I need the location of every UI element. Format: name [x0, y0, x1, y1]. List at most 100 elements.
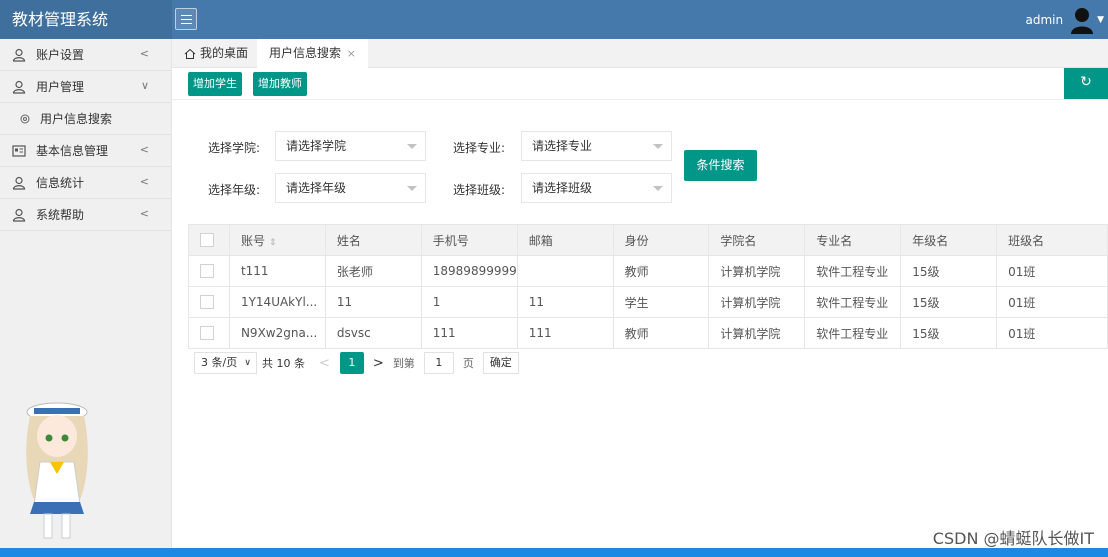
- refresh-button[interactable]: ↻: [1064, 68, 1108, 99]
- table-cell: 01班: [996, 255, 1108, 287]
- mascot-image: [26, 402, 88, 539]
- add-teacher-button[interactable]: 增加教师: [253, 72, 307, 96]
- home-icon: [184, 48, 196, 59]
- column-header: 班级名: [996, 224, 1108, 256]
- table-cell: 11: [324, 286, 422, 318]
- row-checkbox[interactable]: [200, 326, 214, 341]
- sidebar-item-basic-info[interactable]: 基本信息管理 <: [0, 135, 171, 167]
- app-title: 教材管理系统: [0, 0, 172, 39]
- college-label: 选择学院:: [208, 141, 261, 155]
- select-all-checkbox[interactable]: [200, 233, 214, 248]
- table-row[interactable]: t111 张老师 18989899999 教师 计算机学院 软件工程专业 15级…: [188, 255, 1108, 287]
- dropdown-arrow-icon: [653, 144, 663, 149]
- table-cell: 15级: [900, 317, 998, 349]
- column-header: 年级名: [900, 224, 998, 256]
- sidebar-item-label: 用户管理: [36, 80, 85, 94]
- watermark: CSDN @蜻蜓队长做IT: [932, 529, 1094, 548]
- user-table: 账号 ⇕ 姓名 手机号 邮箱 身份 学院名 专业名 年级名 班级名 t111 张老…: [188, 224, 1108, 349]
- pagination: 3 条/页 ∨ 共 10 条 < 1 > 到第 1 页 确定: [194, 352, 519, 374]
- sidebar-item-user-search[interactable]: 用户信息搜索: [0, 103, 171, 135]
- sidebar-item-account-settings[interactable]: 账户设置 <: [0, 39, 171, 71]
- table-row[interactable]: N9Xw2gna... dsvsc 111 111 教师 计算机学院 软件工程专…: [188, 317, 1108, 349]
- username: admin: [1025, 12, 1064, 27]
- table-cell: 1Y14UAkYl...: [228, 286, 326, 318]
- tab-label: 用户信息搜索: [269, 46, 342, 60]
- row-checkbox[interactable]: [200, 264, 214, 279]
- table-cell: 计算机学院: [708, 286, 806, 318]
- dropdown-arrow-icon: [653, 186, 663, 191]
- tab-home[interactable]: 我的桌面: [172, 39, 257, 68]
- page-size-select[interactable]: 3 条/页 ∨: [194, 352, 257, 374]
- table-header-row: 账号 ⇕ 姓名 手机号 邮箱 身份 学院名 专业名 年级名 班级名: [188, 224, 1108, 256]
- table-cell: 教师: [612, 255, 710, 287]
- chevron-left-icon: <: [139, 47, 149, 60]
- major-select[interactable]: 请选择专业: [521, 131, 672, 161]
- column-header: 身份: [612, 224, 710, 256]
- college-select[interactable]: 请选择学院: [275, 131, 426, 161]
- select-all-cell: [188, 224, 230, 256]
- goto-page-input[interactable]: 1: [423, 352, 454, 374]
- column-header-label: 账号: [240, 233, 265, 248]
- confirm-page-button[interactable]: 确定: [482, 352, 519, 374]
- table-cell: 软件工程专业: [804, 286, 902, 318]
- column-header: 专业名: [804, 224, 902, 256]
- table-cell: [516, 255, 614, 287]
- row-select-cell: [188, 255, 230, 287]
- avatar-icon: [1071, 7, 1094, 34]
- sort-icon[interactable]: ⇕: [269, 238, 277, 248]
- chevron-down-icon: ▼: [1097, 14, 1104, 25]
- current-page-button[interactable]: 1: [339, 352, 364, 374]
- column-header: 姓名: [324, 224, 422, 256]
- table-row[interactable]: 1Y14UAkYl... 11 1 11 学生 计算机学院 软件工程专业 15级…: [188, 286, 1108, 318]
- sidebar-item-statistics[interactable]: 信息统计 <: [0, 167, 171, 199]
- sidebar-item-help[interactable]: 系统帮助 <: [0, 199, 171, 231]
- tab-bar: 我的桌面 用户信息搜索 ×: [172, 39, 1108, 68]
- table-cell: 软件工程专业: [804, 317, 902, 349]
- prev-page-button[interactable]: <: [319, 356, 330, 371]
- sidebar-item-label: 账户设置: [36, 48, 85, 62]
- grade-select[interactable]: 请选择年级: [275, 173, 426, 203]
- user-menu[interactable]: admin ▼: [1025, 0, 1104, 39]
- table-cell: 软件工程专业: [804, 255, 902, 287]
- chevron-left-icon: <: [139, 175, 149, 188]
- user-icon: [12, 176, 26, 190]
- class-label: 选择班级:: [453, 183, 506, 197]
- top-header: 教材管理系统 admin ▼: [0, 0, 1108, 39]
- menu-toggle-icon[interactable]: [175, 8, 197, 30]
- id-card-icon: [12, 144, 26, 157]
- row-select-cell: [188, 317, 230, 349]
- table-cell: 1: [420, 286, 518, 318]
- total-count: 共 10 条: [262, 357, 305, 370]
- next-page-button[interactable]: >: [373, 356, 384, 371]
- user-icon: [12, 208, 26, 222]
- class-select[interactable]: 请选择班级: [521, 173, 672, 203]
- tab-user-search[interactable]: 用户信息搜索 ×: [257, 39, 368, 68]
- column-header: 手机号: [420, 224, 518, 256]
- grade-select-value: 请选择年级: [286, 181, 347, 195]
- chevron-left-icon: <: [139, 207, 149, 220]
- user-icon: [12, 80, 26, 94]
- row-checkbox[interactable]: [200, 295, 214, 310]
- table-cell: 学生: [612, 286, 710, 318]
- sidebar-item-label: 用户信息搜索: [40, 112, 113, 126]
- close-icon[interactable]: ×: [347, 39, 356, 68]
- refresh-icon: ↻: [1080, 74, 1092, 90]
- column-header: 邮箱: [516, 224, 614, 256]
- settings-circle-icon: [20, 114, 30, 123]
- table-cell: 张老师: [324, 255, 422, 287]
- page-size-value: 3 条/页: [201, 356, 238, 369]
- table-cell: 计算机学院: [708, 255, 806, 287]
- table-cell: 15级: [900, 255, 998, 287]
- sidebar-item-label: 系统帮助: [36, 208, 85, 222]
- page-unit-label: 页: [462, 357, 474, 370]
- chevron-down-icon: ∨: [140, 79, 149, 92]
- sidebar-item-user-management[interactable]: 用户管理 ∨: [0, 71, 171, 103]
- sidebar: 账户设置 < 用户管理 ∨ 用户信息搜索 基本信息管理 < 信息统计 < 系统帮…: [0, 39, 172, 557]
- add-student-button[interactable]: 增加学生: [188, 72, 242, 96]
- column-header[interactable]: 账号 ⇕: [228, 224, 326, 256]
- major-label: 选择专业:: [453, 141, 506, 155]
- table-cell: 18989899999: [420, 255, 518, 287]
- table-cell: 111: [420, 317, 518, 349]
- condition-search-button[interactable]: 条件搜索: [684, 150, 757, 181]
- chevron-down-icon: ∨: [244, 358, 251, 368]
